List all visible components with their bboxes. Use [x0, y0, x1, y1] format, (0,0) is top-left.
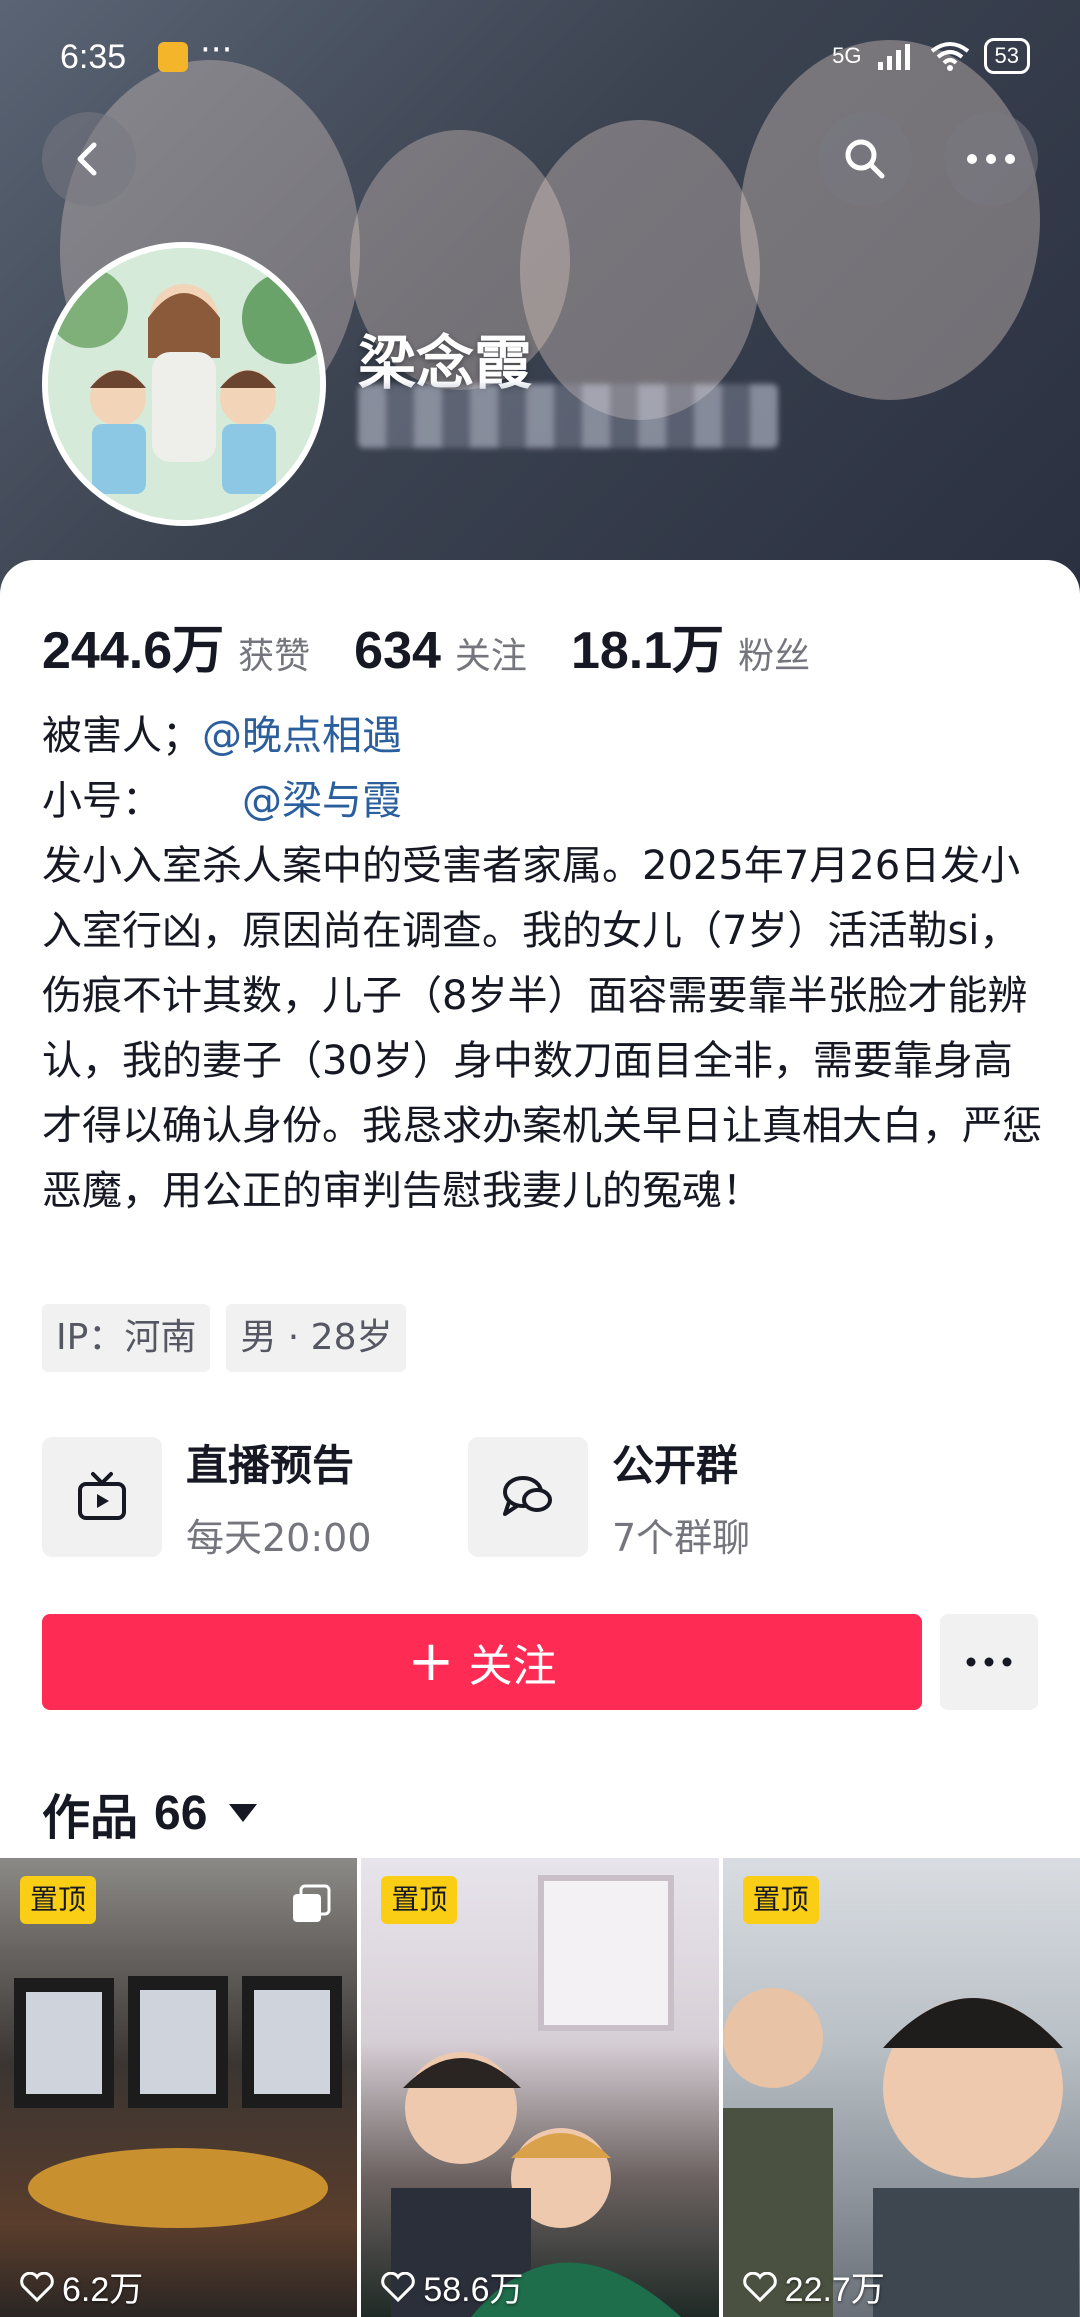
stats-row: 244.6万 获赞 634 关注 18.1万 粉丝: [42, 608, 854, 683]
video-tile[interactable]: 置顶 22.7万: [722, 1858, 1080, 2317]
more-options-button[interactable]: [944, 112, 1038, 206]
public-group-card[interactable]: 公开群 7个群聊: [468, 1432, 894, 1562]
following-count[interactable]: 634: [354, 621, 441, 681]
back-button[interactable]: [42, 112, 136, 206]
likes-label: 获赞: [238, 636, 311, 677]
more-dots-icon: [966, 1657, 1012, 1667]
more-actions-button[interactable]: [940, 1614, 1038, 1710]
video-likes: 6.2万: [20, 2262, 143, 2311]
wedding-couple-thumbnail: [391, 1875, 682, 2317]
avatar[interactable]: [42, 242, 326, 526]
app-notification-icon: [158, 42, 188, 72]
followers-count[interactable]: 18.1万: [571, 608, 724, 683]
works-count: 66: [154, 1786, 208, 1840]
video-likes-count: 6.2万: [62, 2271, 144, 2309]
multi-image-icon: [293, 1884, 331, 1922]
following-label[interactable]: 关注: [455, 627, 527, 679]
ip-location-tag: IP：河南: [42, 1304, 211, 1372]
status-right-group: 5G 53: [832, 38, 1030, 74]
more-notifications-icon: ···: [200, 30, 233, 70]
live-schedule-title: 直播预告: [186, 1441, 355, 1490]
pinned-badge: 置顶: [381, 1876, 458, 1924]
search-icon: [845, 139, 885, 179]
gender-age-tag: 男 · 28岁: [226, 1304, 407, 1372]
heart-icon: [381, 2271, 416, 2302]
search-button[interactable]: [818, 112, 912, 206]
heart-icon: [742, 2271, 777, 2302]
live-schedule-time: 每天20:00: [186, 1516, 372, 1560]
feature-cards: 直播预告 每天20:00 公开群 7个群聊: [42, 1432, 894, 1562]
works-tab[interactable]: 作品 66: [42, 1778, 258, 1848]
more-dots-icon: [967, 154, 1015, 164]
video-tile[interactable]: 置顶 58.6万: [361, 1858, 719, 2317]
bio-victim-prefix: 被害人；: [42, 713, 202, 759]
status-bar: 6:35 ··· 5G 53: [0, 0, 1080, 110]
bio-text: 发小入室杀人案中的受害者家属。2025年7月26日发小入室行凶，原因尚在调查。我…: [42, 843, 1042, 1214]
heart-icon: [20, 2271, 54, 2302]
video-grid: 置顶 6.2万 置顶 58.6万 置顶 22.7万: [0, 1858, 1080, 2317]
bio: 被害人；@晚点相遇 小号： @梁与霞 发小入室杀人案中的受害者家属。2025年7月…: [42, 704, 1042, 1224]
follow-label: 关注: [468, 1641, 557, 1692]
public-group-count: 7个群聊: [612, 1516, 751, 1560]
tv-icon: [42, 1437, 162, 1557]
video-likes-count: 22.7万: [784, 2271, 885, 2309]
public-group-title: 公开群: [612, 1441, 739, 1490]
mention-link-2[interactable]: @梁与霞: [242, 778, 402, 824]
video-likes: 22.7万: [742, 2262, 885, 2311]
follow-button[interactable]: + 关注: [42, 1614, 922, 1710]
chat-bubble-icon: [468, 1437, 588, 1557]
status-time: 6:35: [60, 38, 127, 76]
video-likes-count: 58.6万: [423, 2271, 524, 2309]
pinned-badge: 置顶: [20, 1876, 97, 1924]
bio-line-victim: 被害人；@晚点相遇: [42, 704, 1042, 769]
pinned-badge: 置顶: [742, 1876, 819, 1924]
selfie-video-thumbnail: [722, 1988, 1079, 2317]
chevron-left-icon: [77, 142, 97, 176]
works-label: 作品: [42, 1790, 139, 1846]
memorial-photos-thumbnail: [14, 1976, 342, 2228]
caret-down-icon: [229, 1804, 258, 1822]
live-schedule-card[interactable]: 直播预告 每天20:00: [42, 1432, 468, 1562]
network-indicator: 5G: [832, 43, 862, 68]
video-likes: 58.6万: [381, 2262, 524, 2311]
signal-icon: [877, 44, 910, 70]
profile-tags: IP：河南 男 · 28岁: [42, 1304, 407, 1372]
bio-line-alt-account: 小号： @梁与霞: [42, 769, 1042, 834]
blurred-account-id: [358, 384, 778, 448]
battery-indicator: 53: [983, 38, 1030, 74]
plus-icon: +: [407, 1629, 455, 1694]
mention-link-1[interactable]: @晚点相遇: [202, 713, 402, 759]
avatar-illustration: [48, 248, 320, 520]
bio-alt-prefix: 小号：: [42, 778, 162, 824]
wifi-icon: [930, 42, 969, 71]
likes-count: 244.6万: [42, 622, 225, 680]
video-tile[interactable]: 置顶 6.2万: [0, 1858, 358, 2317]
followers-label[interactable]: 粉丝: [738, 627, 810, 679]
